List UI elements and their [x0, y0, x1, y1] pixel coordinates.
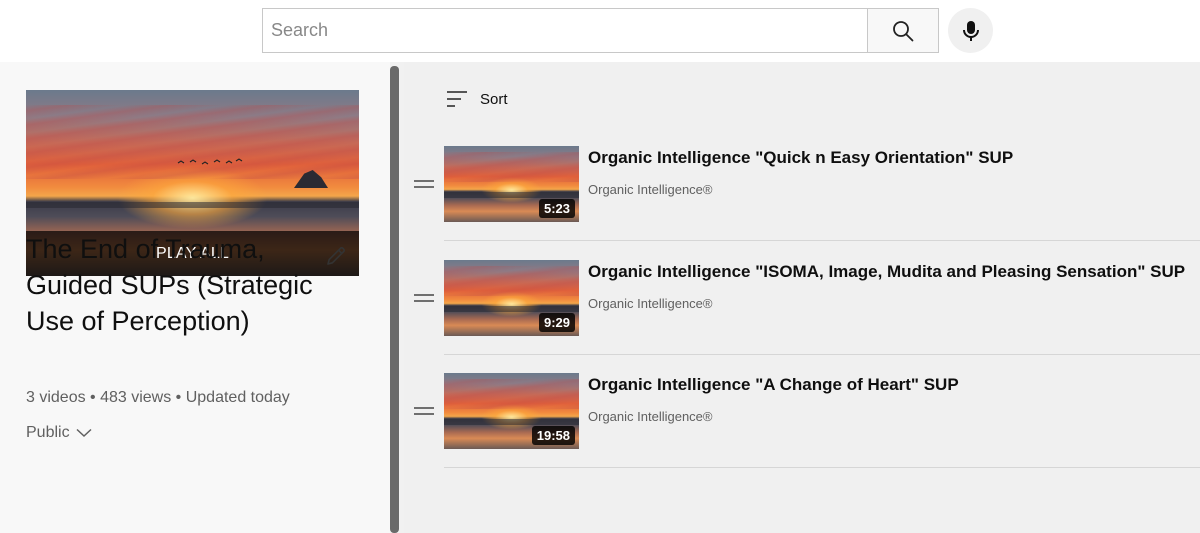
privacy-dropdown[interactable]: Public — [26, 424, 92, 442]
search-button[interactable] — [867, 8, 939, 53]
video-title[interactable]: Organic Intelligence "A Change of Heart"… — [588, 375, 959, 395]
drag-handle-icon[interactable] — [414, 407, 434, 415]
duration-badge: 19:58 — [531, 426, 575, 445]
birds-graphic — [177, 158, 243, 165]
video-title[interactable]: Organic Intelligence "ISOMA, Image, Mudi… — [588, 262, 1185, 282]
playlist-sidebar: PLAY ALL The End of Trauma, Guided SUPs … — [0, 62, 390, 533]
video-title[interactable]: Organic Intelligence "Quick n Easy Orien… — [588, 148, 1013, 168]
sort-label: Sort — [480, 90, 508, 108]
divider — [444, 467, 1200, 468]
sort-icon — [447, 91, 467, 107]
divider — [444, 354, 1200, 355]
duration-badge: 5:23 — [538, 199, 575, 218]
drag-handle-icon[interactable] — [414, 294, 434, 302]
sort-button[interactable]: Sort — [446, 90, 508, 108]
list-item[interactable]: 5:23 Organic Intelligence "Quick n Easy … — [404, 146, 1200, 260]
chevron-down-icon — [76, 428, 92, 438]
pencil-icon — [327, 247, 345, 265]
channel-name[interactable]: Organic Intelligence® — [588, 182, 712, 197]
voice-search-button[interactable] — [948, 8, 993, 53]
duration-badge: 9:29 — [538, 313, 575, 332]
playlist-stats: 3 videos • 483 views • Updated today — [26, 389, 290, 406]
video-thumbnail[interactable]: 5:23 — [444, 146, 579, 222]
divider — [444, 240, 1200, 241]
microphone-icon — [962, 20, 979, 41]
scrollbar-thumb[interactable] — [390, 66, 399, 533]
privacy-label: Public — [26, 424, 70, 441]
edit-title-button[interactable] — [322, 242, 350, 270]
search-icon — [893, 20, 914, 41]
search-input[interactable] — [263, 9, 868, 52]
list-item[interactable]: 9:29 Organic Intelligence "ISOMA, Image,… — [404, 260, 1200, 374]
video-thumbnail[interactable]: 19:58 — [444, 373, 579, 449]
drag-handle-icon[interactable] — [414, 180, 434, 188]
video-thumbnail[interactable]: 9:29 — [444, 260, 579, 336]
list-item[interactable]: 19:58 Organic Intelligence "A Change of … — [404, 373, 1200, 487]
channel-name[interactable]: Organic Intelligence® — [588, 296, 712, 311]
top-bar — [0, 0, 1200, 62]
playlist-title: The End of Trauma, Guided SUPs (Strategi… — [26, 234, 313, 336]
channel-name[interactable]: Organic Intelligence® — [588, 409, 712, 424]
search-box[interactable] — [262, 8, 868, 53]
